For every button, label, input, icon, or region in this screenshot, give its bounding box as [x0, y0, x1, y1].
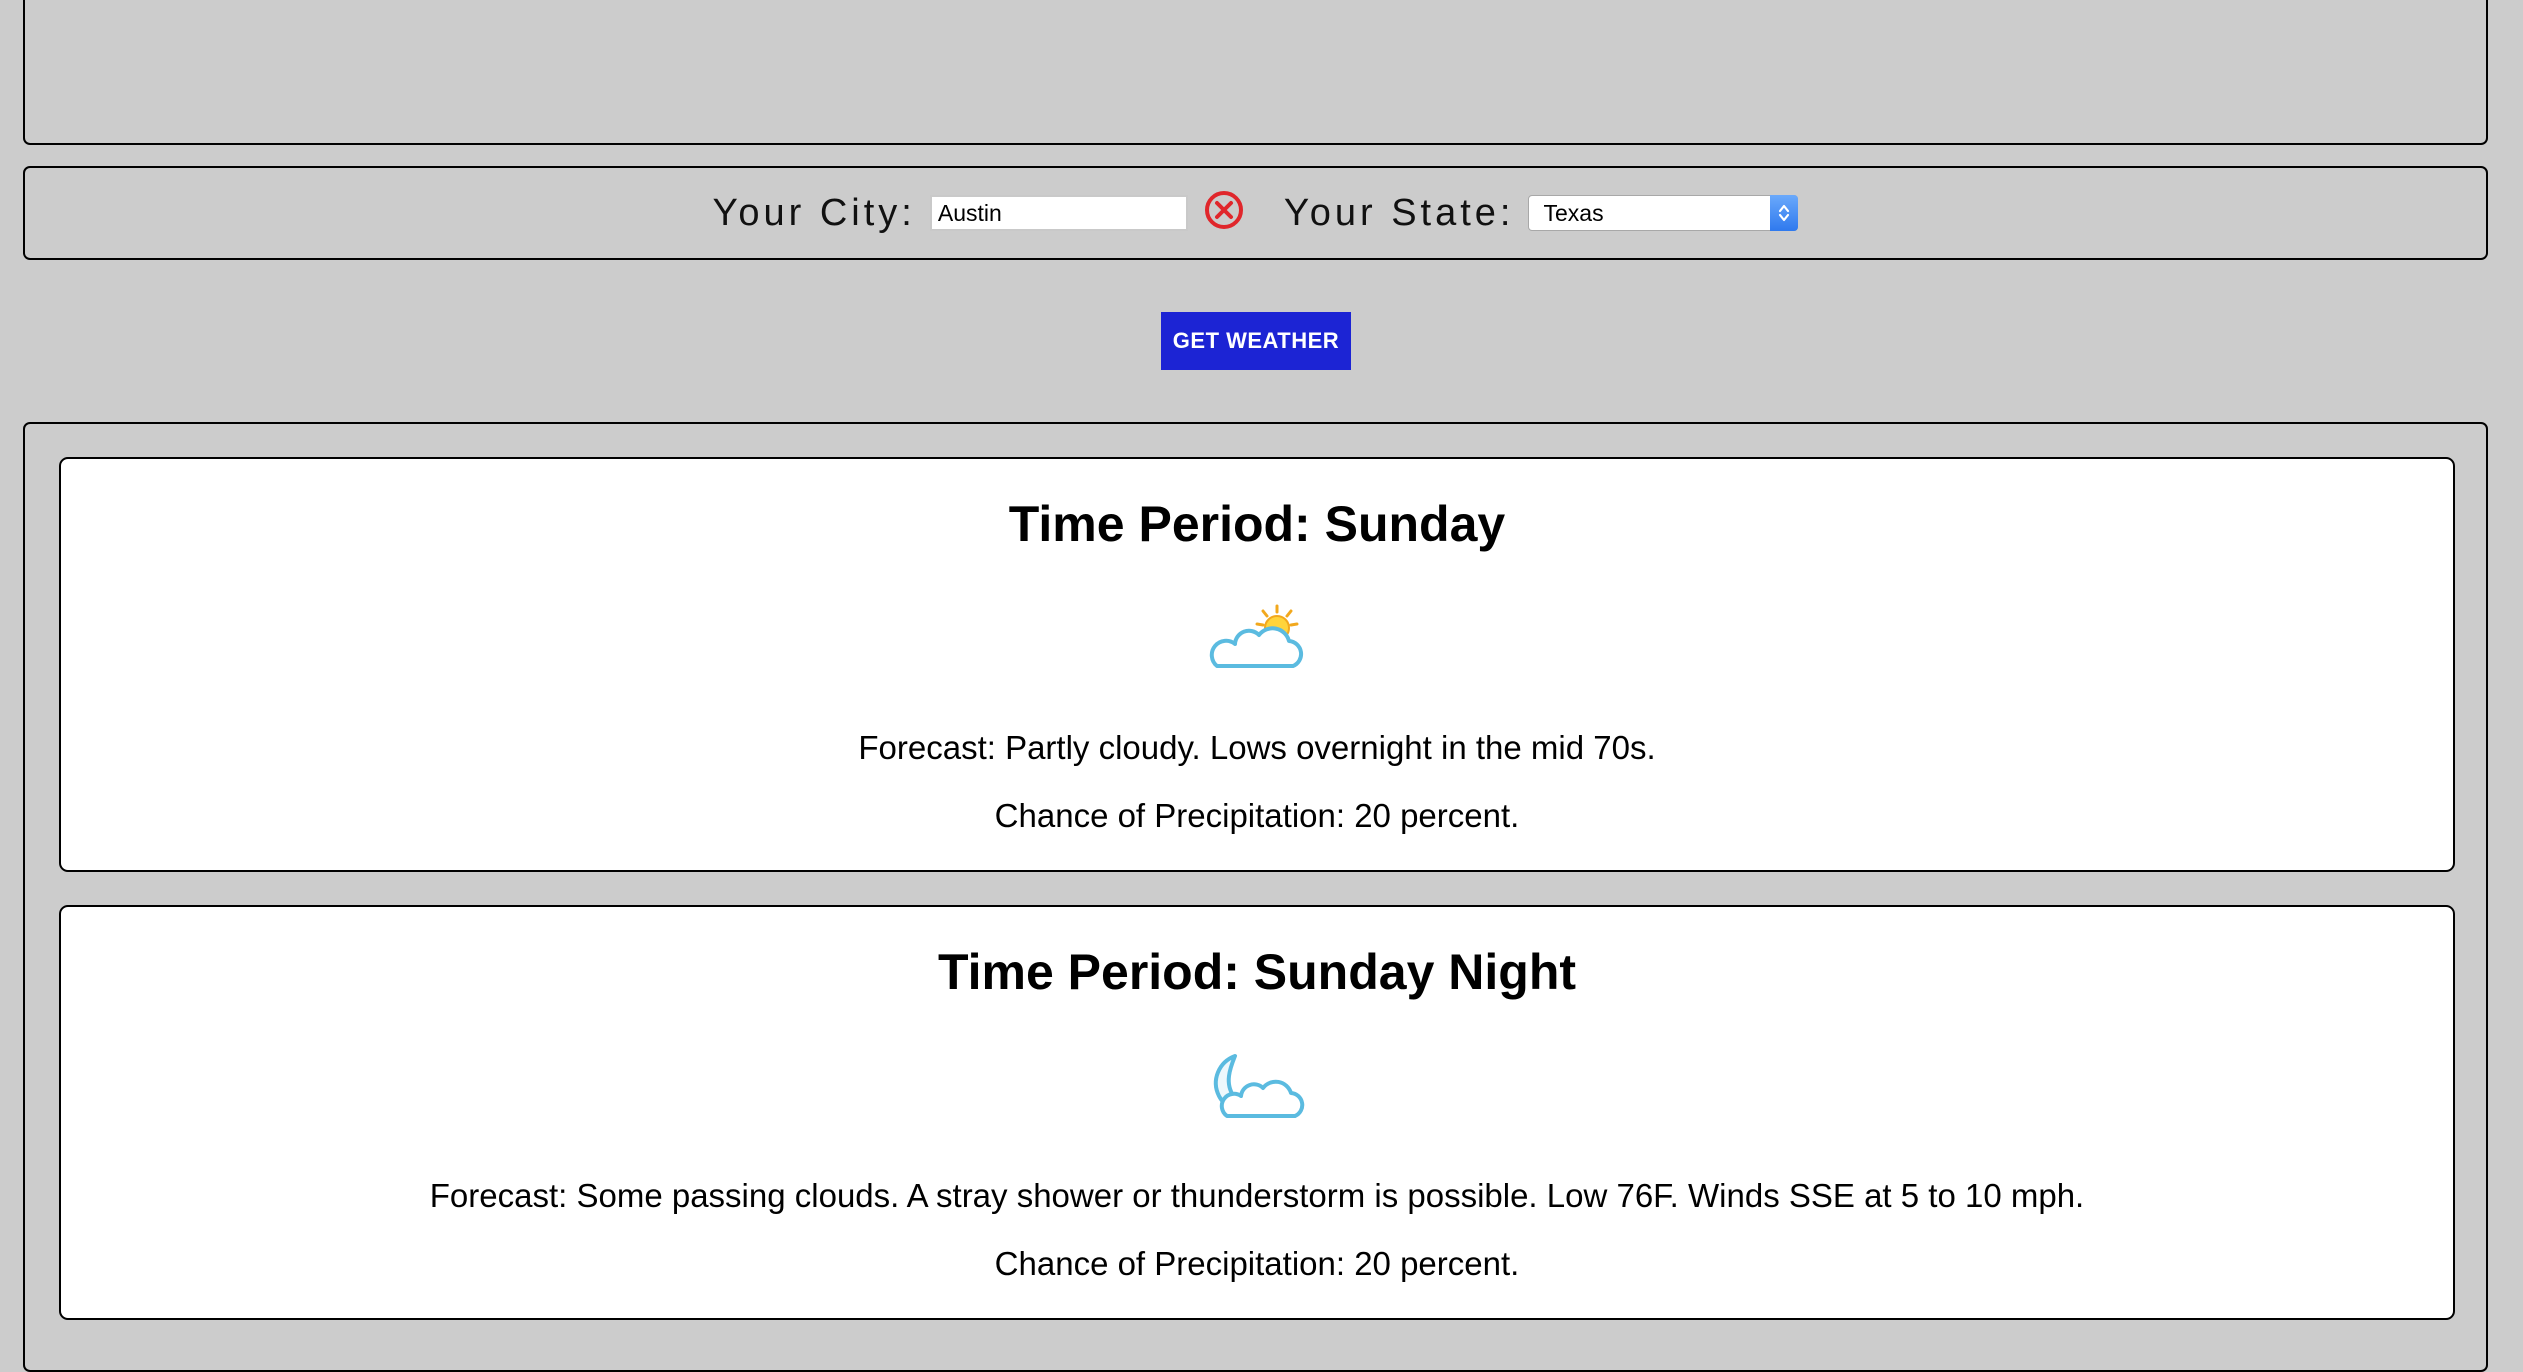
forecast-text: Forecast: Some passing clouds. A stray s…	[429, 1177, 2085, 1214]
forecast-text: Forecast: Partly cloudy. Lows overnight …	[858, 729, 1656, 766]
period-title: Time Period: Sunday Night	[937, 944, 1577, 1000]
get-weather-button[interactable]: GET WEATHER	[1161, 312, 1351, 370]
clear-city-icon[interactable]	[1204, 190, 1244, 230]
location-form-row: Your City: Your State: Texas	[25, 168, 2486, 258]
partly-cloudy-night-icon	[1213, 1054, 1305, 1118]
select-arrows-icon	[1770, 195, 1799, 231]
city-input[interactable]	[929, 195, 1188, 231]
state-label: Your State:	[1283, 191, 1515, 234]
state-select[interactable]: Texas	[1528, 195, 1799, 231]
precipitation-text: Chance of Precipitation: 20 percent.	[994, 1245, 1520, 1282]
city-label: Your City:	[712, 191, 916, 234]
period-title: Time Period: Sunday	[1008, 496, 1506, 552]
forecast-card: Time Period: Sunday Forecast: Partly clo…	[59, 457, 2455, 872]
forecast-card: Time Period: Sunday Night Forecast: Some…	[59, 905, 2455, 1320]
precipitation-text: Chance of Precipitation: 20 percent.	[994, 797, 1520, 834]
location-form-panel: Your City: Your State: Texas	[23, 166, 2488, 260]
partly-cloudy-day-icon	[1209, 604, 1304, 668]
top-panel	[23, 0, 2488, 145]
state-select-value: Texas	[1543, 199, 1604, 226]
results-panel: Time Period: Sunday Forecast: Partly clo…	[23, 422, 2488, 1372]
